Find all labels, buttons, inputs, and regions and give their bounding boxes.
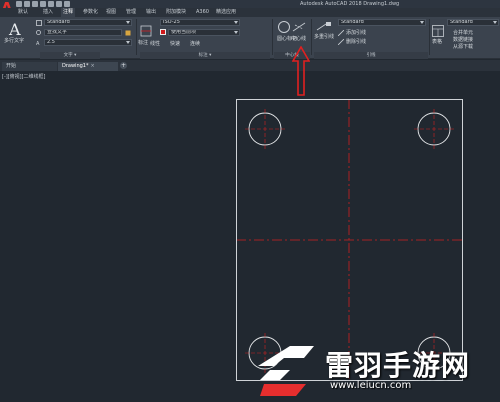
watermark-title: 雷羽手游网 xyxy=(325,349,471,382)
watermark-logo-icon xyxy=(258,346,314,396)
pointer-arrow-icon xyxy=(292,46,310,96)
watermark-url: www.leiucn.com xyxy=(330,380,412,391)
autocad-window: A Autodesk AutoCAD 2018 Drawing1.dwg 默认 … xyxy=(0,0,500,402)
watermark: 雷羽手游网 www.leiucn.com xyxy=(250,336,500,402)
